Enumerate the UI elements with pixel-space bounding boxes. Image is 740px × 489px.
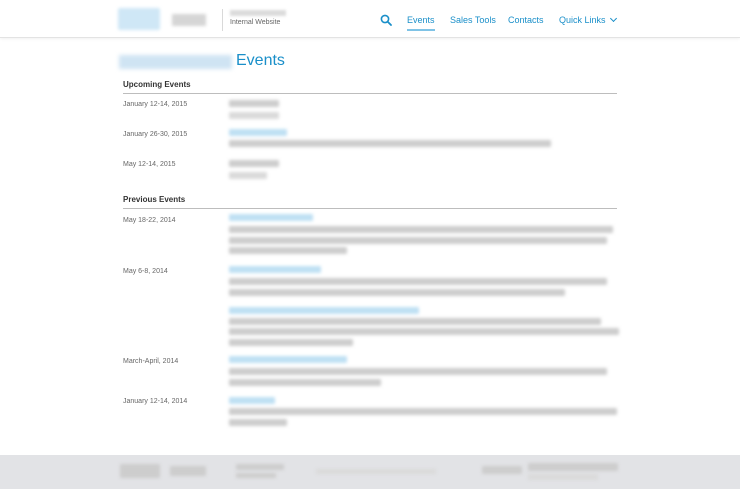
search-icon[interactable] xyxy=(380,14,392,26)
event-date: May 6-8, 2014 xyxy=(123,268,168,275)
site-subtitle-redacted xyxy=(230,10,286,16)
site-name: Internal Website xyxy=(230,19,281,26)
company-logo[interactable] xyxy=(118,8,160,30)
event-link-redacted[interactable] xyxy=(229,214,313,221)
event-link-redacted[interactable] xyxy=(229,129,287,136)
event-date: January 26-30, 2015 xyxy=(123,131,188,138)
nav-quick-links-label: Quick Links xyxy=(559,15,606,25)
nav-quick-links[interactable]: Quick Links xyxy=(559,14,617,25)
page-title-prefix-redacted xyxy=(119,55,232,69)
previous-events-heading: Previous Events xyxy=(123,195,186,204)
footer-logo-redacted xyxy=(120,464,160,478)
event-date: March-April, 2014 xyxy=(123,358,179,365)
event-description-redacted xyxy=(229,247,347,254)
page-title: Events xyxy=(236,52,285,69)
event-description-redacted xyxy=(229,289,565,296)
site-footer xyxy=(0,455,740,489)
event-title-redacted xyxy=(229,100,279,107)
section-divider xyxy=(123,93,617,94)
event-location-redacted xyxy=(229,172,267,179)
event-description-redacted xyxy=(229,379,381,386)
chevron-down-icon xyxy=(609,14,617,23)
event-description-redacted xyxy=(229,408,617,415)
event-link-redacted[interactable] xyxy=(229,397,275,404)
footer-text-redacted xyxy=(528,463,618,471)
footer-text-redacted xyxy=(236,473,276,478)
upcoming-events-heading: Upcoming Events xyxy=(123,80,191,89)
logo-wordmark xyxy=(172,14,206,26)
event-date: May 18-22, 2014 xyxy=(123,217,176,224)
event-link-redacted[interactable] xyxy=(229,307,419,314)
event-title-redacted xyxy=(229,160,279,167)
site-header: Internal Website Events Sales Tools Cont… xyxy=(0,0,740,38)
event-date: January 12-14, 2015 xyxy=(123,101,188,108)
event-description-redacted xyxy=(229,419,287,426)
event-description-redacted xyxy=(229,278,607,285)
event-description-redacted xyxy=(229,339,353,346)
event-description-redacted xyxy=(229,237,607,244)
event-date: January 12-14, 2014 xyxy=(123,398,188,405)
header-divider xyxy=(222,9,223,31)
event-link-redacted[interactable] xyxy=(229,266,321,273)
footer-wordmark-redacted xyxy=(170,466,206,476)
nav-sales-tools[interactable]: Sales Tools xyxy=(450,15,496,25)
event-description-redacted xyxy=(229,368,607,375)
event-description-redacted xyxy=(229,318,601,325)
event-description-redacted xyxy=(229,140,551,147)
event-link-redacted[interactable] xyxy=(229,356,347,363)
nav-events[interactable]: Events xyxy=(407,15,435,31)
nav-contacts[interactable]: Contacts xyxy=(508,15,544,25)
section-divider xyxy=(123,208,617,209)
event-location-redacted xyxy=(229,112,279,119)
footer-text-redacted xyxy=(528,474,598,480)
event-description-redacted xyxy=(229,226,613,233)
event-date: May 12-14, 2015 xyxy=(123,161,176,168)
footer-links-redacted[interactable] xyxy=(316,469,436,474)
footer-text-redacted xyxy=(236,464,284,470)
event-description-redacted xyxy=(229,328,619,335)
footer-text-redacted xyxy=(482,466,522,474)
